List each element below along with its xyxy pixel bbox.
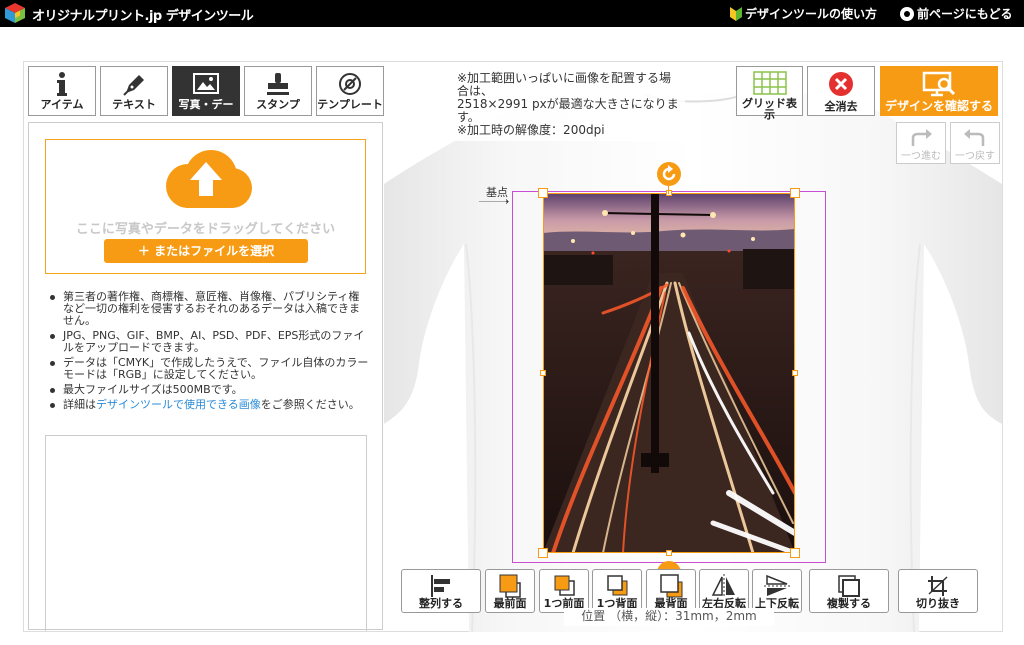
clear-x-icon [829,72,853,96]
tab-template[interactable]: テンプレート [316,66,384,116]
upload-panel: ここに写真やデータをドラッグしてください ＋ またはファイルを選択 第三者の著作… [28,122,383,631]
file-drop-zone[interactable]: ここに写真やデータをドラッグしてください ＋ またはファイルを選択 [45,139,366,274]
flip-horizontal-button[interactable]: 左右反転 [699,569,749,613]
template-icon [339,73,361,95]
grid-icon [752,71,787,95]
hint-line-2: 2518×2991 pxが最適な大きさになります。 [457,97,679,124]
bring-to-front-icon [499,574,521,598]
usable-images-link[interactable]: デザインツールで使用できる画像 [96,398,261,411]
placed-photo[interactable] [543,193,795,553]
flip-vertical-icon [764,574,790,596]
resize-handle-bottom-left[interactable] [538,548,548,558]
resize-handle-top-left[interactable] [538,188,548,198]
position-readout: 位置 （横，縦）：31mm，2mm [564,608,774,626]
logo-cube-icon [5,3,25,23]
resize-handle-top[interactable] [666,190,672,196]
top-bar: オリジナルプリント.jp デザインツール デザインツールの使い方 前ページにもど… [0,0,1024,27]
stamp-icon [267,73,289,95]
clear-all-button[interactable]: 全消去 [807,66,875,116]
pen-icon [123,75,144,96]
grid-toggle-label: グリッド表示 [742,97,797,121]
hint-line-1: ※加工範囲いっぱいに画像を配置する場合は、 [457,71,672,98]
bring-forward-icon [554,575,575,596]
tab-item-label: アイテム [40,99,84,111]
note-rights: 第三者の著作権、商標権、意匠権、肖像権、パブリシティ権など一切の権利を侵害するお… [47,291,369,327]
send-backward-icon [607,575,628,596]
note-max-size: 最大ファイルサイズは500MBです。 [47,384,369,396]
rotate-icon [662,165,676,181]
monitor-search-icon [922,71,956,97]
tab-photo-data-label: 写真・デー [178,99,234,111]
resize-handle-bottom[interactable] [666,550,672,556]
placement-hint: ※加工範囲いっぱいに画像を配置する場合は、 2518×2991 pxが最適な大き… [455,72,685,141]
confirm-design-label: デザインを確認する [884,99,993,113]
rotate-handle[interactable] [657,162,681,186]
note-color-mode: データは「CMYK」で作成したうえで、ファイル自体のカラーモードは「RGB」に設… [47,357,369,381]
back-link-label: 前ページにもどる [917,7,1013,21]
tab-photo-data[interactable]: 写真・デー [172,66,240,116]
rotate-stem [668,186,669,194]
crop-icon [928,576,948,596]
crop-button[interactable]: 切り抜き [898,569,978,613]
undo-label: 一つ戻す [955,151,995,162]
flip-vertical-button[interactable]: 上下反転 [752,569,802,613]
note-details-pre: 詳細は [63,398,96,411]
clear-all-label: 全消去 [824,100,858,113]
tab-text[interactable]: テキスト [100,66,168,116]
resize-handle-left[interactable] [540,370,546,376]
undo-arrow-icon [964,129,985,146]
grid-toggle-button[interactable]: グリッド表示 [736,66,803,120]
bring-to-front-label: 最前面 [493,597,527,610]
hint-line-3: ※加工時の解像度：200dpi [457,123,605,137]
duplicate-button[interactable]: 複製する [809,569,889,613]
send-to-back-icon [660,574,683,598]
resize-handle-right[interactable] [792,370,798,376]
crop-label: 切り抜き [916,597,960,610]
duplicate-icon [838,575,860,597]
resize-handle-bottom-right[interactable] [790,548,800,558]
flip-horizontal-icon [711,574,735,598]
night-road-photo [543,193,795,553]
note-formats: JPG、PNG、GIF、BMP、AI、PSD、PDF、EPS形式のファイルをアッ… [47,330,369,354]
send-backward-button[interactable]: 1つ背面 [592,569,642,613]
back-link[interactable]: 前ページにもどる [900,5,1013,22]
align-icon [431,575,450,597]
align-label: 整列する [419,597,463,610]
bring-forward-button[interactable]: 1つ前面 [539,569,589,613]
tab-text-label: テキスト [112,99,156,111]
note-details: 詳細はデザインツールで使用できる画像をご参照ください。 [47,399,369,411]
send-to-back-button[interactable]: 最背面 [646,569,696,613]
confirm-design-button[interactable]: デザインを確認する [880,66,998,116]
image-icon [193,73,219,94]
cloud-upload-icon [166,150,252,208]
undo-button[interactable]: 一つ戻す [950,122,1000,164]
drop-instruction: ここに写真やデータをドラッグしてください [75,222,336,237]
duplicate-label: 複製する [827,597,871,610]
redo-label: 一つ進む [901,151,941,162]
upload-notes: 第三者の著作権、商標権、意匠権、肖像権、パブリシティ権など一切の権利を侵害するお… [47,291,369,414]
tab-template-label: テンプレート [317,99,383,111]
beginner-mark-icon [730,6,742,21]
align-button[interactable]: 整列する [401,569,481,613]
redo-button[interactable]: 一つ進む [896,122,946,164]
back-circle-icon [900,6,914,21]
help-link[interactable]: デザインツールの使い方 [730,5,877,22]
tab-stamp[interactable]: スタンプ [244,66,312,116]
redo-arrow-icon [911,129,932,146]
tab-stamp-label: スタンプ [256,99,300,111]
brand-title[interactable]: オリジナルプリント.jp デザインツール [32,5,254,24]
tab-item[interactable]: アイテム [28,66,96,116]
tool-tabs: アイテム テキスト 写真・デー スタンプ テンプレート [28,66,384,118]
info-icon [57,72,67,96]
help-link-label: デザインツールの使い方 [745,7,878,21]
uploaded-images-list [45,435,367,631]
origin-line [479,201,506,202]
note-details-post: をご参照ください。 [260,398,360,411]
select-file-button[interactable]: ＋ またはファイルを選択 [104,239,308,263]
resize-handle-top-right[interactable] [790,188,800,198]
bring-to-front-button[interactable]: 最前面 [485,569,535,613]
